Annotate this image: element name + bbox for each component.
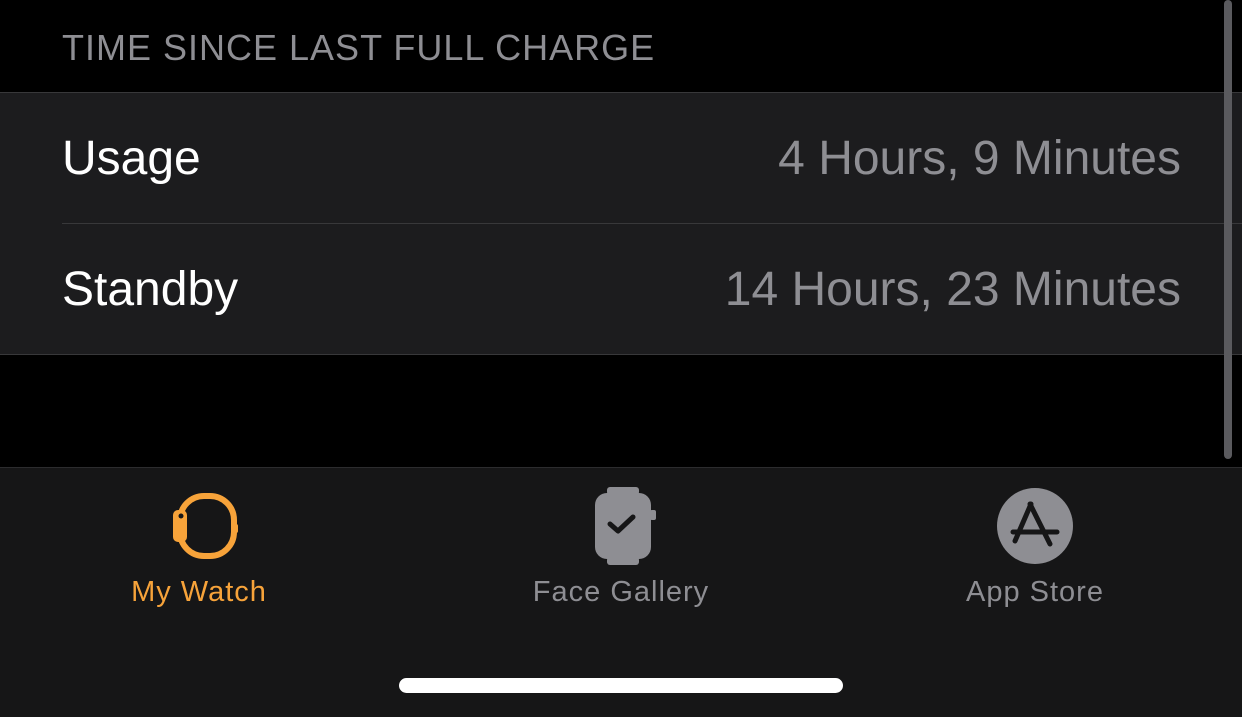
watch-outline-icon <box>173 493 238 559</box>
app-store-icon <box>997 488 1073 564</box>
row-value: 4 Hours, 9 Minutes <box>778 132 1181 185</box>
row-value: 14 Hours, 23 Minutes <box>724 263 1181 316</box>
battery-usage-screen: TIME SINCE LAST FULL CHARGE Usage 4 Hour… <box>0 0 1242 717</box>
tab-label: Face Gallery <box>532 576 710 608</box>
tab-my-watch[interactable]: My Watch <box>0 468 414 638</box>
row-label: Usage <box>62 132 201 185</box>
tab-app-store[interactable]: App Store <box>828 468 1242 638</box>
row-label: Standby <box>62 263 239 316</box>
tab-face-gallery[interactable]: Face Gallery <box>414 468 828 638</box>
home-indicator[interactable] <box>399 678 843 693</box>
list-row-usage: Usage 4 Hours, 9 Minutes <box>0 93 1242 224</box>
scroll-indicator[interactable] <box>1224 0 1232 459</box>
list-row-standby: Standby 14 Hours, 23 Minutes <box>0 224 1242 355</box>
section-header: TIME SINCE LAST FULL CHARGE <box>62 27 656 68</box>
tab-label: App Store <box>966 576 1104 608</box>
time-since-charge-list: Usage 4 Hours, 9 Minutes Standby 14 Hour… <box>0 92 1242 355</box>
tab-label: My Watch <box>131 576 267 608</box>
watch-face-icon <box>595 487 656 565</box>
